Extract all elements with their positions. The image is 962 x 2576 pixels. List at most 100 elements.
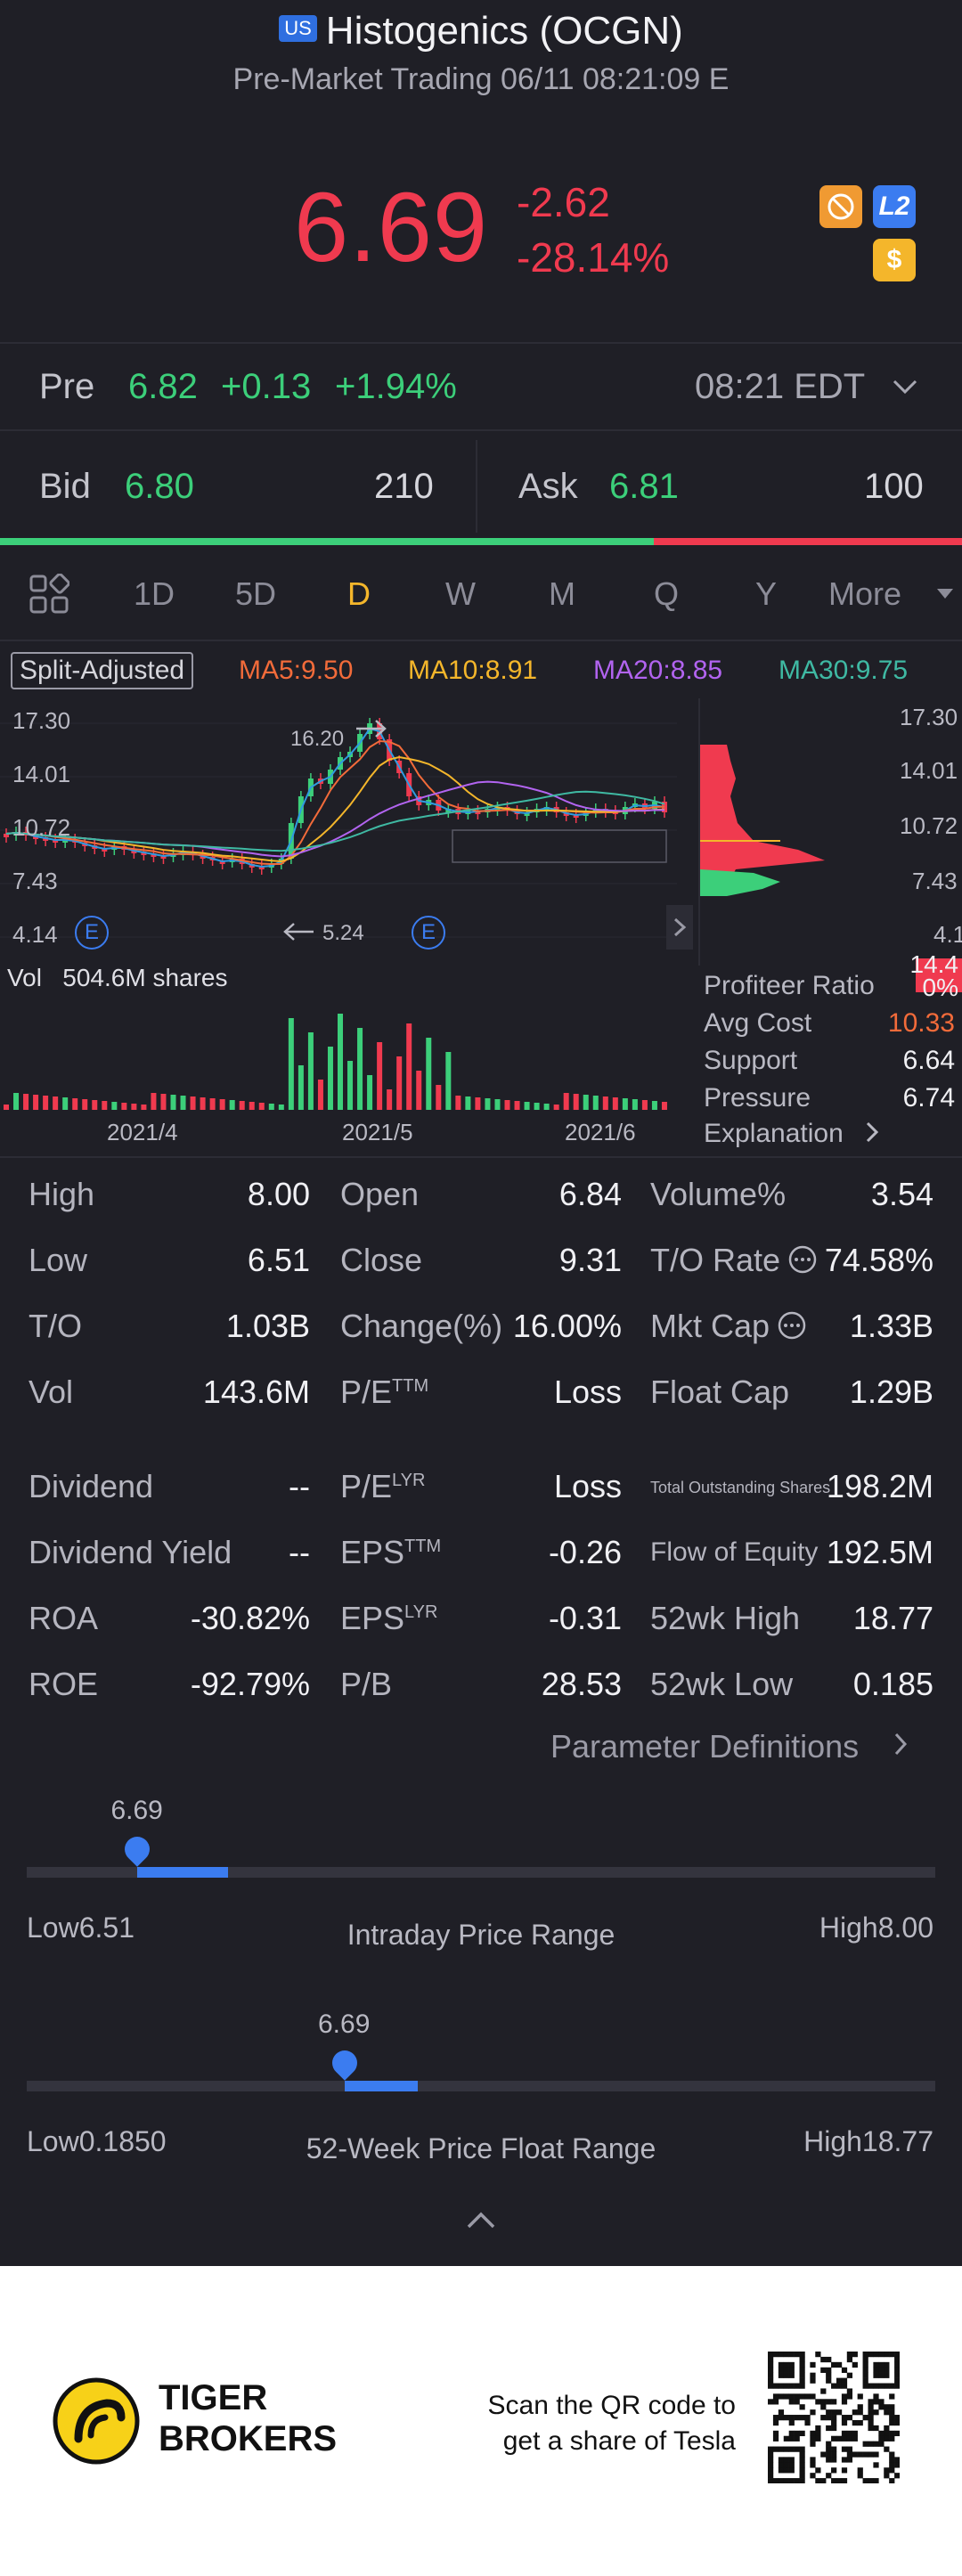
qr-module [894,2377,900,2384]
qr-module [778,2478,785,2483]
stat-label-text: Close [340,1242,423,1278]
volume-bar [504,1100,510,1110]
qr-module [873,2383,879,2389]
qr-module [826,2425,832,2432]
x-axis-label: 2021/6 [565,1119,636,1145]
info-icon[interactable] [777,1310,807,1341]
qr-module [852,2361,858,2368]
volume-bar [494,1099,501,1110]
volume-bar [514,1101,520,1110]
qr-module [788,2430,795,2437]
tab-more[interactable]: More [828,575,901,613]
price-chart[interactable] [0,698,677,1126]
info-icon[interactable] [787,1244,818,1275]
pre-time[interactable]: 08:21 EDT [695,367,865,407]
stat-label: EPSTTM [340,1534,441,1571]
qr-module [820,2415,827,2421]
y-axis-label: 7.43 [12,868,58,894]
pre-change: +0.13 [221,367,312,406]
qr-module [799,2367,805,2373]
qr-module [862,2356,868,2363]
chevron-right-icon[interactable] [893,1730,910,1763]
volume-bar [92,1100,98,1110]
volume-bar [4,1105,9,1110]
qr-module [884,2352,890,2358]
chevron-down-icon[interactable] [891,374,919,405]
qr-module [884,2425,890,2432]
qr-module [862,2451,868,2458]
qr-module [873,2451,879,2458]
qr-module [884,2372,890,2378]
qr-module [831,2435,837,2441]
qr-module [846,2415,853,2421]
stat-value: 6.51 [247,1242,310,1278]
qr-module [831,2446,837,2452]
tab-5d[interactable]: 5D [235,575,276,613]
tab-1d[interactable]: 1D [134,575,175,613]
tab-q[interactable]: Q [654,575,679,613]
volume-bar [426,1038,432,1110]
level2-icon[interactable]: L2 [873,185,916,228]
chevron-right-icon[interactable] [666,905,693,950]
qr-module [852,2352,858,2358]
volume-bar [445,1052,452,1110]
volume-bar [121,1103,127,1110]
volume-bar [485,1098,491,1110]
qr-module [804,2419,811,2426]
qr-module [820,2404,827,2410]
avg-cost-label: Avg Cost [704,1008,812,1038]
tab-d[interactable]: D [347,575,371,613]
qr-module [810,2435,816,2441]
stat-label-text: Vol [29,1374,74,1410]
ask-price: 6.81 [609,467,679,506]
qr-module [852,2435,858,2441]
qr-module [799,2372,805,2378]
qr-module [772,2419,779,2426]
tab-w[interactable]: W [445,575,476,613]
qr-module [768,2446,774,2452]
qr-module [862,2478,868,2483]
dollar-icon[interactable]: $ [873,239,916,281]
qr-module [783,2467,789,2474]
x-axis-label: 2021/4 [107,1119,178,1145]
week52-high: High18.77 [803,2125,933,2157]
chevron-up-icon[interactable] [465,2209,497,2237]
qr-module [778,2361,785,2368]
pre-label: Pre [39,367,95,406]
qr-module [778,2415,785,2421]
qr-module [873,2462,879,2468]
no-trade-icon[interactable] [819,185,862,228]
volume-bar [219,1099,225,1110]
grid-icon[interactable] [29,573,70,619]
explanation-link[interactable]: Explanation [704,1119,844,1149]
volume-bar [573,1094,579,1110]
tab-y[interactable]: Y [755,575,777,613]
qr-module [873,2425,879,2432]
qr-module [799,2451,805,2458]
caret-down-icon[interactable] [935,586,955,605]
qr-module [878,2404,885,2410]
stat-label: P/ELYR [340,1468,425,1505]
price-change: -2.62 [517,179,610,225]
qr-module [852,2451,858,2458]
stat-value: 8.00 [247,1176,310,1212]
split-adjusted-button[interactable]: Split-Adjusted [11,652,194,689]
qr-module [783,2415,789,2421]
stat-label: Mkt Cap [650,1308,807,1345]
qr-module [857,2393,863,2400]
stat-label-text: Dividend Yield [29,1534,232,1570]
earnings-event-icon[interactable]: E [75,916,109,950]
volume-bar [141,1105,147,1110]
pressure-value: 6.74 [902,1083,955,1113]
pre-price: 6.82 [128,367,198,406]
qr-module [794,2446,800,2452]
earnings-event-icon[interactable]: E [412,916,445,950]
chevron-right-icon[interactable] [864,1119,882,1150]
qr-module [841,2430,848,2437]
qr-module [884,2467,890,2474]
y-axis-label: 14.01 [12,761,71,787]
volume-bar [436,1085,442,1110]
parameter-definitions-link[interactable]: Parameter Definitions [550,1728,859,1765]
qr-module [772,2446,779,2452]
tab-m[interactable]: M [549,575,575,613]
